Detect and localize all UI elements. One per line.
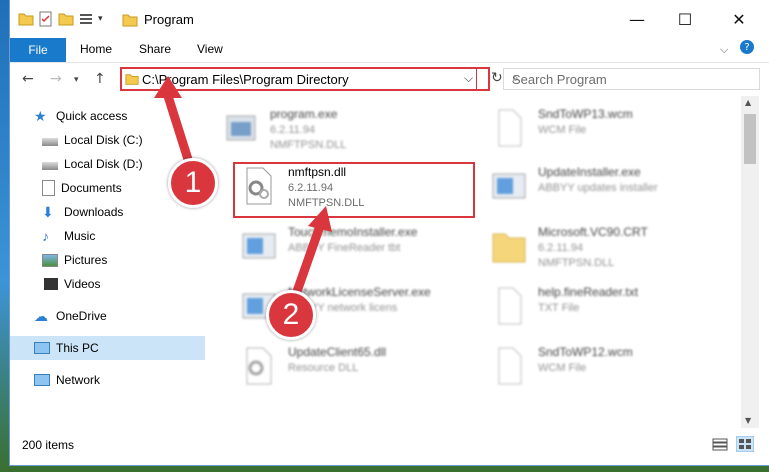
chevron-down-icon[interactable]: ▾ [98,14,103,24]
list-item[interactable]: UpdateInstaller.exe ABBYY updates instal… [483,162,723,212]
drive-icon [42,138,58,146]
address-folder-icon [125,74,139,85]
music-icon: ♪ [42,228,49,244]
pictures-icon [42,253,58,267]
scroll-down-icon[interactable]: ▼ [745,416,751,425]
item-count: 200 items [22,438,75,452]
view-options-icon[interactable] [78,11,94,27]
drive-icon [42,162,58,170]
recent-locations-icon[interactable]: ▾ [74,75,79,85]
list-item[interactable]: Microsoft.VC90.CRT 6.2.11.94 NMFTPSN.DLL [483,222,723,272]
blank-file-icon [498,109,522,147]
scroll-up-icon[interactable]: ▲ [745,98,751,107]
videos-icon [42,278,58,290]
nav-item-quick-access[interactable]: ★ Quick access [10,104,226,128]
properties-icon[interactable] [38,11,54,27]
nav-item-onedrive[interactable]: ☁ OneDrive [10,304,226,328]
dll-gear-icon [246,347,272,385]
blank-file-icon [498,347,522,385]
vertical-scrollbar[interactable]: ▲ ▼ [741,96,759,428]
list-item[interactable]: SndToWP13.wcm WCM File [483,104,723,154]
address-path: C:\Program Files\Program Directory [142,72,349,87]
selection-highlight [233,162,475,218]
ribbon-expand-icon[interactable]: ⌵ [720,43,728,57]
quick-access-toolbar: ▾ [18,11,103,27]
nav-item-this-pc[interactable]: This PC [10,336,226,360]
title-folder-icon [122,14,138,27]
new-folder-icon[interactable] [58,11,74,27]
help-icon[interactable]: ? [740,40,754,54]
exe-file-icon [226,115,256,141]
folder-icon [492,233,526,263]
download-icon: ⬇ [42,204,54,220]
scrollbar-thumb[interactable] [744,114,756,164]
star-icon: ★ [34,108,47,124]
list-item[interactable]: help.fineReader.txt TXT File [483,282,723,332]
document-icon [42,180,55,196]
forward-arrow-icon[interactable]: → [50,71,62,87]
cloud-icon: ☁ [34,308,48,324]
minimize-button[interactable]: — [614,4,660,34]
ribbon-tabs: File Home Share View ⌵ ? [10,38,769,62]
title-bar: ▾ Program — ☐ ✕ [10,0,769,38]
list-item[interactable]: program.exe 6.2.11.94 NMFTPSN.DLL [215,104,455,154]
search-box[interactable]: Search Program ⌕ [503,68,760,90]
navigation-pane: ★ Quick access Local Disk (C:) 📌 Local D… [10,96,230,428]
step-badge-2: 2 [266,290,316,340]
text-file-icon [498,287,522,325]
list-item[interactable]: UpdateClient65.dll Resource DLL [233,342,473,392]
tab-view[interactable]: View [197,42,223,56]
status-bar: 200 items [10,428,769,465]
installer-icon [492,173,526,199]
file-explorer-window: ▾ Program — ☐ ✕ File Home Share View ⌵ ?… [10,0,769,465]
nav-item-local-disk-c[interactable]: Local Disk (C:) 📌 [10,128,234,152]
maximize-button[interactable]: ☐ [662,4,708,34]
tab-home[interactable]: Home [80,42,112,56]
tab-share[interactable]: Share [139,42,171,56]
list-item[interactable]: SndToWP12.wcm WCM File [483,342,723,392]
nav-item-pictures[interactable]: Pictures 📌 [10,248,234,272]
tab-file[interactable]: File [10,38,66,62]
list-item[interactable]: TouchmemoInstaller.exe ABBYY FineReader … [233,222,473,272]
address-dropdown-icon[interactable]: ⌵ [464,71,473,86]
details-view-icon[interactable] [712,438,728,452]
up-arrow-icon[interactable]: ↑ [94,71,106,87]
address-divider [476,67,477,91]
search-icon[interactable]: ⌕ [512,71,753,86]
folder-icon[interactable] [18,11,34,27]
close-button[interactable]: ✕ [716,4,762,34]
nav-item-music[interactable]: ♪ Music 📌 [10,224,234,248]
nav-item-videos[interactable]: Videos 📌 [10,272,234,296]
file-list: program.exe 6.2.11.94 NMFTPSN.DLL SndToW… [205,96,741,428]
refresh-icon[interactable]: ↻ [491,70,503,86]
back-arrow-icon[interactable]: ← [22,71,34,87]
computer-icon [34,342,50,354]
window-title: Program [144,12,194,27]
tiles-view-icon[interactable] [736,436,754,452]
address-row: ← → ▾ ↑ C:\Program Files\Program Directo… [10,62,769,97]
nav-item-network[interactable]: Network [10,368,226,392]
address-bar[interactable]: C:\Program Files\Program Directory ⌵ [120,67,490,91]
network-icon [34,374,50,386]
installer-icon [242,233,276,259]
step-badge-1: 1 [168,158,218,208]
